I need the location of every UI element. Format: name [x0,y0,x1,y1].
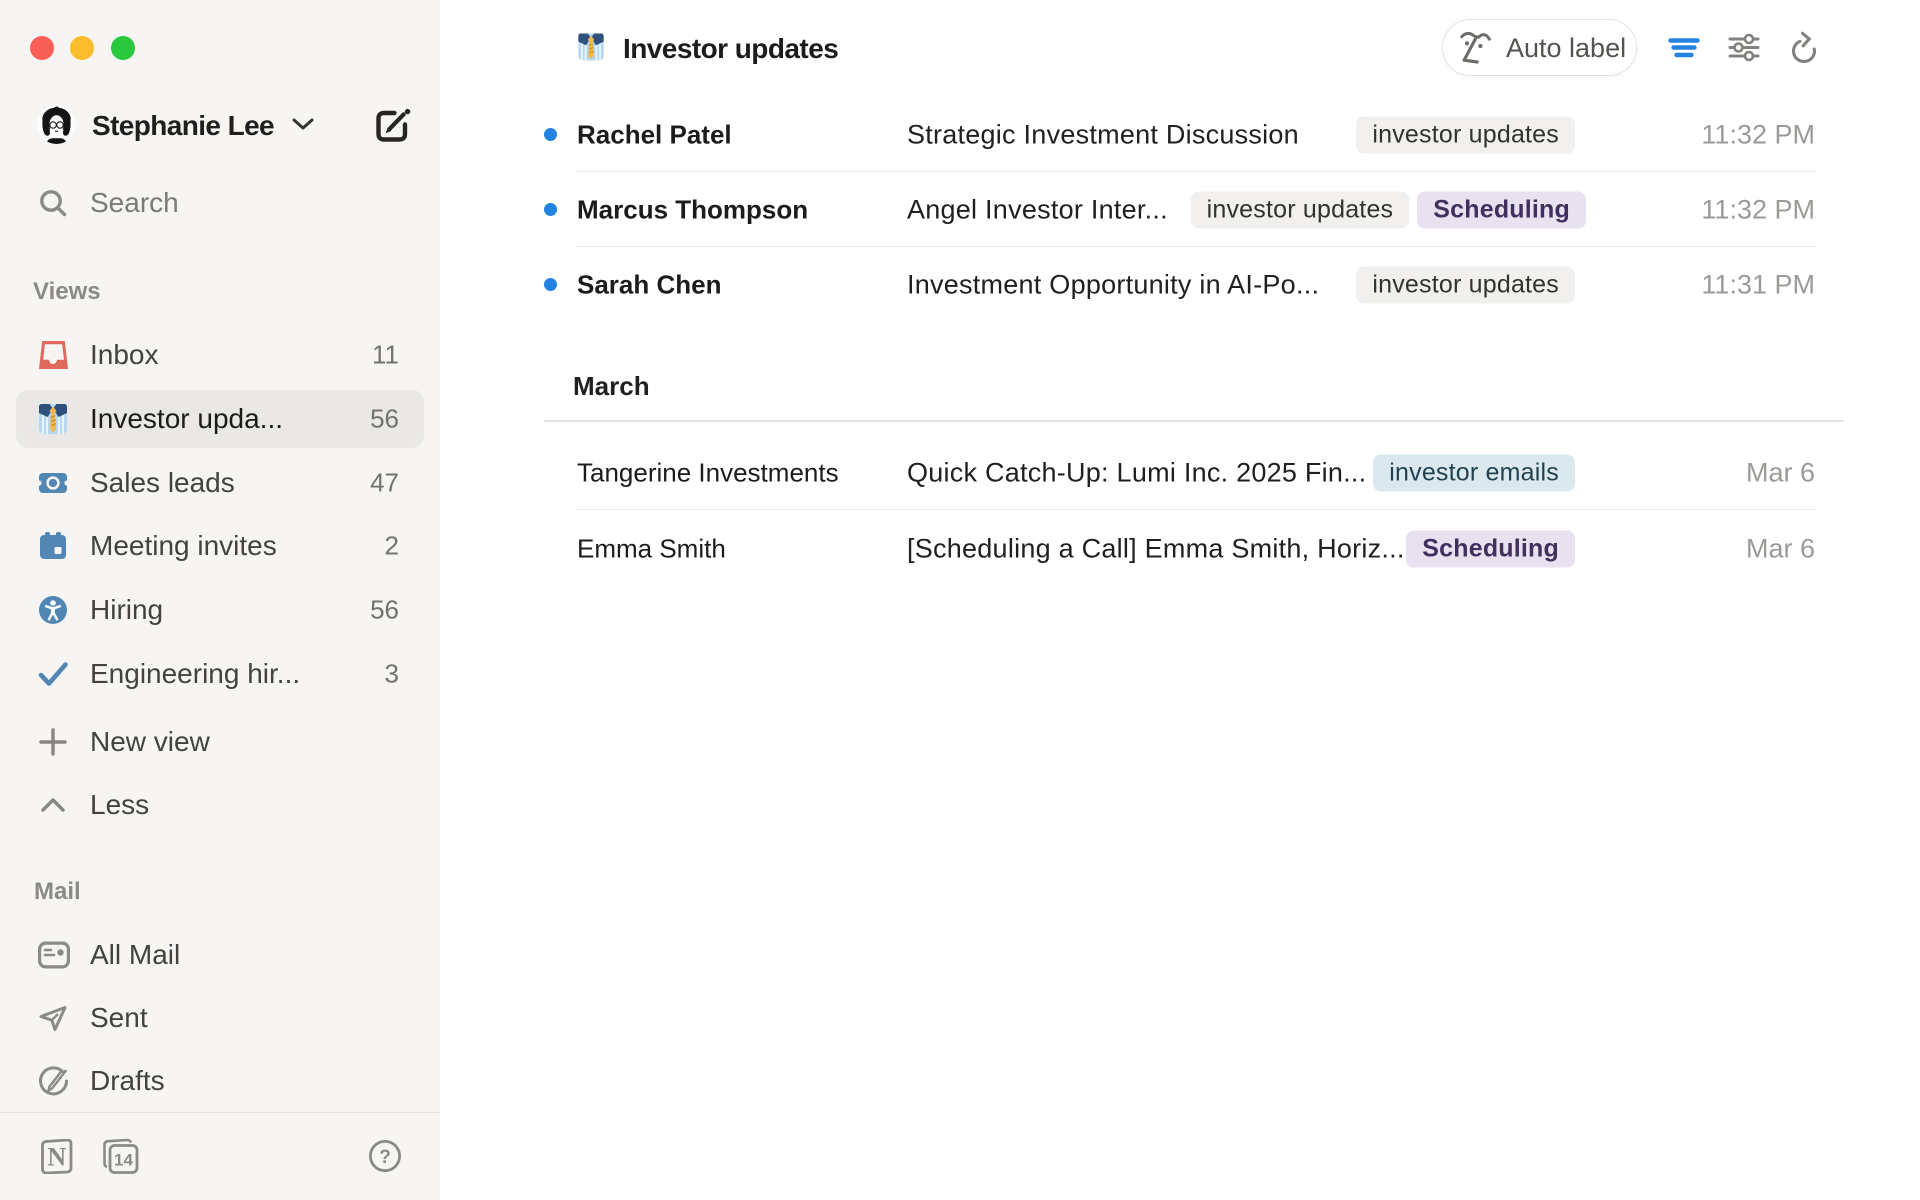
svg-text:?: ? [379,1147,391,1168]
svg-text:14: 14 [114,1151,133,1170]
svg-text:N: N [47,1143,66,1172]
